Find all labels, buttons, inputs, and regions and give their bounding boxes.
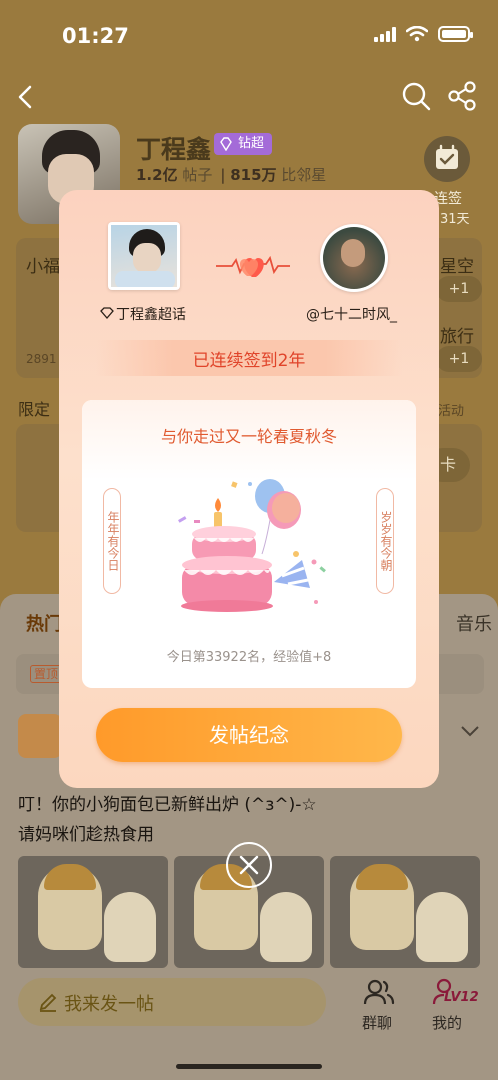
wifi-icon <box>406 26 428 42</box>
post-photo[interactable] <box>330 856 480 968</box>
topic-name-label: 丁程鑫超话 <box>98 304 186 324</box>
diamond-icon <box>100 307 114 319</box>
topic-avatar-small <box>108 222 180 290</box>
pinned-tag: 置顶 <box>30 665 63 683</box>
anniversary-slogan: 与你走过又一轮春夏秋冬 <box>160 427 337 446</box>
checkin-button[interactable] <box>424 136 470 182</box>
signal-icon <box>374 26 396 42</box>
streak-text: 已连续签到2年 <box>192 351 306 371</box>
post-body[interactable]: 叮！你的小狗面包已新鲜出炉 (^ɜ^)-☆ 请妈咪们趁热食用 <box>18 790 478 850</box>
super-badge: 钻超 <box>214 133 273 155</box>
group-chat-icon[interactable] <box>362 976 396 1008</box>
topic-stats: 1.2亿 帖子 | 815万 比邻星 <box>136 166 327 184</box>
rank-experience-text: 今日第33922名，经验值+8 <box>166 650 332 665</box>
banner-left: 年年有今日 <box>103 488 121 594</box>
status-bar: 01:27 <box>0 0 498 76</box>
battery-icon <box>438 26 473 42</box>
topic-title: 丁程鑫 <box>136 135 212 164</box>
search-icon[interactable] <box>400 80 432 112</box>
feature-card-title-3: 旅行 <box>440 327 474 347</box>
post-avatar[interactable] <box>18 714 62 758</box>
plus-one-button[interactable]: +1 <box>436 346 482 372</box>
share-icon[interactable] <box>446 80 478 112</box>
feature-card-count: 2891 <box>26 352 57 366</box>
checkin-days: 31天 <box>440 212 470 227</box>
diamond-icon <box>220 137 232 151</box>
feature-card-title: 小福 <box>26 257 60 277</box>
user-avatar <box>320 224 388 292</box>
chevron-down-icon[interactable] <box>460 724 480 738</box>
close-button[interactable] <box>226 842 272 888</box>
cake-icon <box>178 479 326 612</box>
activity-link[interactable]: 活动 <box>438 400 464 419</box>
status-indicators <box>374 26 473 42</box>
tab-music[interactable]: 音乐 <box>456 610 492 636</box>
limited-label: 限定 <box>18 400 51 419</box>
feature-card-title-2: 星空 <box>440 257 474 277</box>
tab-hot[interactable]: 热门 <box>26 610 62 636</box>
calendar-check-icon <box>436 144 458 169</box>
banner-right: 岁岁有今朝 <box>376 488 394 594</box>
group-chat-label[interactable]: 群聊 <box>362 1012 392 1033</box>
status-time: 01:27 <box>62 24 129 48</box>
post-commemorate-button[interactable]: 发帖纪念 <box>96 708 402 762</box>
back-icon[interactable] <box>12 82 42 112</box>
home-indicator <box>176 1064 322 1069</box>
post-photo[interactable] <box>18 856 168 968</box>
heart-ecg-icon <box>216 255 290 277</box>
user-name-label: @七十二时风_ <box>306 307 397 323</box>
plus-one-button[interactable]: +1 <box>436 276 482 302</box>
pencil-icon <box>39 993 57 1012</box>
me-label[interactable]: 我的 <box>432 1012 462 1033</box>
level-badge: LV12 <box>444 990 479 1005</box>
close-icon <box>239 855 259 875</box>
compose-label: 我来发一帖 <box>64 994 154 1015</box>
